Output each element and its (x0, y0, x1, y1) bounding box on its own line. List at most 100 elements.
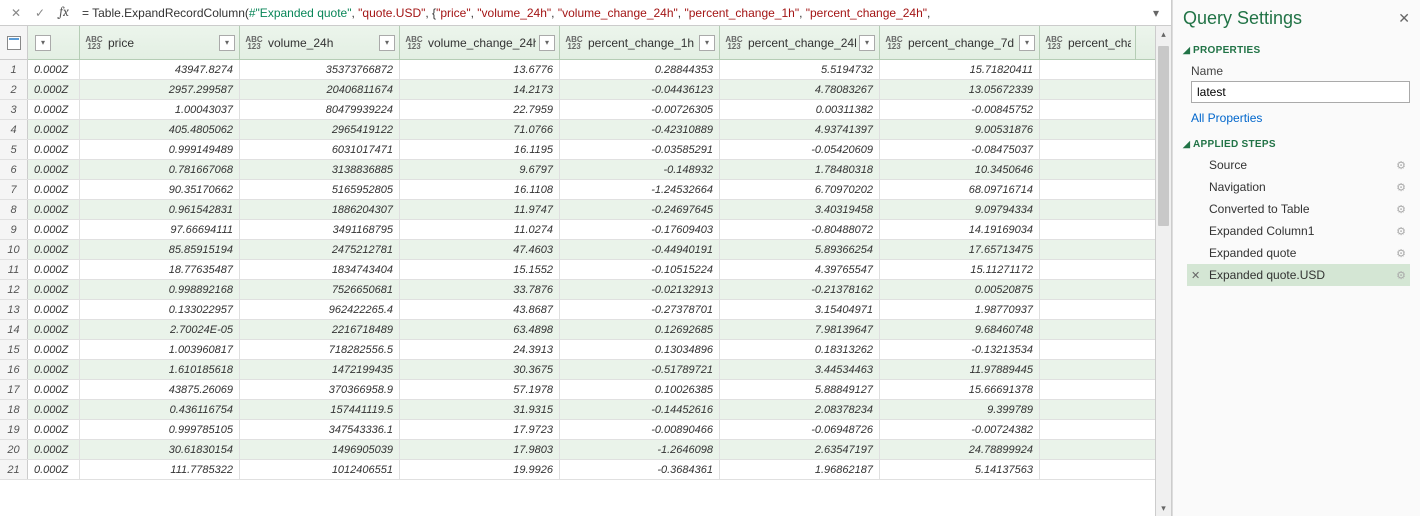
table-row[interactable]: 120.000Z0.998892168752665068133.7876-0.0… (0, 280, 1155, 300)
cell[interactable]: 3.15404971 (720, 300, 880, 319)
table-row[interactable]: 140.000Z2.70024E-05221671848963.48980.12… (0, 320, 1155, 340)
cell[interactable]: 15.66691378 (880, 380, 1040, 399)
cell[interactable]: 3.44534463 (720, 360, 880, 379)
cell[interactable]: 0.00311382 (720, 100, 880, 119)
column-header-blank[interactable]: ▾ (28, 26, 80, 59)
cell[interactable]: 43.8687 (400, 300, 560, 319)
cell[interactable]: 0.999149489 (80, 140, 240, 159)
gear-icon[interactable]: ⚙ (1396, 159, 1406, 172)
cell[interactable]: 111.7785322 (80, 460, 240, 479)
row-number[interactable]: 1 (0, 60, 28, 79)
applied-step[interactable]: ✕Expanded quote.USD⚙ (1187, 264, 1410, 286)
row-number[interactable]: 14 (0, 320, 28, 339)
table-row[interactable]: 40.000Z405.4805062296541912271.0766-0.42… (0, 120, 1155, 140)
cell[interactable]: 5.14137563 (880, 460, 1040, 479)
cell[interactable]: 1.98770937 (880, 300, 1040, 319)
cell[interactable]: 4.93741397 (720, 120, 880, 139)
cell[interactable]: 85.85915194 (80, 240, 240, 259)
cell[interactable]: -0.24697645 (560, 200, 720, 219)
cell[interactable]: 0.000Z (28, 420, 80, 439)
cell[interactable]: 2.08378234 (720, 400, 880, 419)
cell[interactable]: 1.00043037 (80, 100, 240, 119)
row-number[interactable]: 15 (0, 340, 28, 359)
row-number[interactable]: 2 (0, 80, 28, 99)
row-number[interactable]: 19 (0, 420, 28, 439)
cell[interactable]: -0.00890466 (560, 420, 720, 439)
row-number[interactable]: 11 (0, 260, 28, 279)
cell[interactable]: 24.78899924 (880, 440, 1040, 459)
cell[interactable]: 43947.8274 (80, 60, 240, 79)
cell[interactable]: 0.18313262 (720, 340, 880, 359)
select-all-corner[interactable] (0, 26, 28, 60)
cell[interactable]: -0.3684361 (560, 460, 720, 479)
cell[interactable]: -0.27378701 (560, 300, 720, 319)
cell[interactable]: 14.19169034 (880, 220, 1040, 239)
cell[interactable]: 0.000Z (28, 100, 80, 119)
cell[interactable]: 0.000Z (28, 380, 80, 399)
table-row[interactable]: 80.000Z0.961542831188620430711.9747-0.24… (0, 200, 1155, 220)
cell[interactable]: 1886204307 (240, 200, 400, 219)
column-dropdown-button[interactable]: ▾ (699, 35, 715, 51)
cell[interactable]: 9.68460748 (880, 320, 1040, 339)
cell[interactable]: -0.00845752 (880, 100, 1040, 119)
cell[interactable]: 718282556.5 (240, 340, 400, 359)
row-number[interactable]: 10 (0, 240, 28, 259)
cell[interactable]: 18.77635487 (80, 260, 240, 279)
properties-section-header[interactable]: PROPERTIES (1183, 45, 1410, 56)
cell[interactable]: 15.1552 (400, 260, 560, 279)
cell[interactable]: 2.70024E-05 (80, 320, 240, 339)
cell[interactable]: 9.00531876 (880, 120, 1040, 139)
cell[interactable]: 9.09794334 (880, 200, 1040, 219)
cell[interactable]: 0.10026385 (560, 380, 720, 399)
row-number[interactable]: 13 (0, 300, 28, 319)
cell[interactable]: 370366958.9 (240, 380, 400, 399)
cell[interactable]: 9.399789 (880, 400, 1040, 419)
cell[interactable]: -0.51789721 (560, 360, 720, 379)
cell[interactable]: 1472199435 (240, 360, 400, 379)
column-header-percent_change_24h[interactable]: ABC123percent_change_24h▾ (720, 26, 880, 59)
cell[interactable]: 35373766872 (240, 60, 400, 79)
cell[interactable]: 33.7876 (400, 280, 560, 299)
row-number[interactable]: 18 (0, 400, 28, 419)
cell[interactable]: 2957.299587 (80, 80, 240, 99)
cell[interactable]: -0.80488072 (720, 220, 880, 239)
cell[interactable]: 63.4898 (400, 320, 560, 339)
cell[interactable]: 0.12692685 (560, 320, 720, 339)
column-dropdown-button[interactable]: ▾ (859, 35, 875, 51)
applied-step[interactable]: Navigation⚙ (1187, 176, 1410, 198)
cell[interactable]: 71.0766 (400, 120, 560, 139)
cell[interactable]: 24.3913 (400, 340, 560, 359)
cell[interactable]: 10.3450646 (880, 160, 1040, 179)
cell[interactable]: 17.9803 (400, 440, 560, 459)
cell[interactable]: -0.05420609 (720, 140, 880, 159)
cell[interactable]: 15.11271172 (880, 260, 1040, 279)
cell[interactable]: -0.13213534 (880, 340, 1040, 359)
table-row[interactable]: 60.000Z0.78166706831388368859.6797-0.148… (0, 160, 1155, 180)
cell[interactable]: 5.5194732 (720, 60, 880, 79)
column-dropdown-button[interactable]: ▾ (219, 35, 235, 51)
cell[interactable]: 0.000Z (28, 340, 80, 359)
cell[interactable]: 0.000Z (28, 300, 80, 319)
cell[interactable]: -0.44940191 (560, 240, 720, 259)
cell[interactable]: 6031017471 (240, 140, 400, 159)
cell[interactable]: 11.0274 (400, 220, 560, 239)
table-row[interactable]: 30.000Z1.000430378047993922422.7959-0.00… (0, 100, 1155, 120)
gear-icon[interactable]: ⚙ (1396, 203, 1406, 216)
column-dropdown-button[interactable]: ▾ (379, 35, 395, 51)
row-number[interactable]: 12 (0, 280, 28, 299)
row-number[interactable]: 4 (0, 120, 28, 139)
cell[interactable]: 13.6776 (400, 60, 560, 79)
cell[interactable]: -0.02132913 (560, 280, 720, 299)
applied-steps-section-header[interactable]: APPLIED STEPS (1183, 139, 1410, 150)
formula-expand-button[interactable]: ▾ (1145, 6, 1167, 20)
column-header-price[interactable]: ABC123price▾ (80, 26, 240, 59)
cell[interactable]: -0.00724382 (880, 420, 1040, 439)
row-number[interactable]: 20 (0, 440, 28, 459)
scroll-thumb[interactable] (1158, 46, 1169, 226)
cell[interactable]: 16.1195 (400, 140, 560, 159)
cell[interactable]: 5165952805 (240, 180, 400, 199)
cell[interactable]: 1012406551 (240, 460, 400, 479)
cell[interactable]: 0.000Z (28, 320, 80, 339)
cell[interactable]: 2475212781 (240, 240, 400, 259)
cell[interactable]: 15.71820411 (880, 60, 1040, 79)
